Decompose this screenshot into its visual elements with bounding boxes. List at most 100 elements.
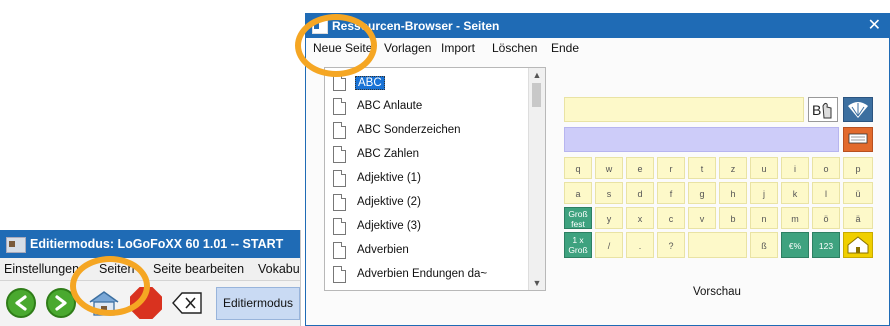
arrow-right-icon [55, 295, 67, 311]
key: / [595, 232, 623, 258]
key: c [657, 207, 685, 229]
key: h [719, 182, 747, 204]
key: ß [750, 232, 778, 258]
menu-loeschen[interactable]: Löschen [492, 41, 537, 55]
stop-button[interactable] [130, 287, 162, 319]
key: z [719, 157, 747, 179]
menu-seite-bearbeiten[interactable]: Seite bearbeiten [153, 262, 244, 276]
preview-message-bar [564, 127, 839, 152]
editor-titlebar: Editiermodus: LoGoFoXX 60 1.01 -- START [0, 230, 300, 258]
key: . [626, 232, 654, 258]
key: l [812, 182, 840, 204]
key-space [688, 232, 747, 258]
back-button[interactable] [6, 288, 36, 318]
key: ö [812, 207, 840, 229]
dialog-title: Ressourcen-Browser - Seiten [332, 19, 500, 33]
key: m [781, 207, 809, 229]
list-scrollbar[interactable]: ▲ ▼ [528, 68, 545, 290]
key-numbers: 123 [812, 232, 840, 258]
editor-window: Editiermodus: LoGoFoXX 60 1.01 -- START … [0, 230, 301, 326]
key: e [626, 157, 654, 179]
key: j [750, 182, 778, 204]
list-item[interactable]: ABC Zahlen [325, 144, 530, 168]
key: ä [843, 207, 873, 229]
arrow-left-icon [15, 295, 27, 311]
hand-point-icon: B [808, 97, 838, 122]
key: r [657, 157, 685, 179]
document-icon [333, 122, 346, 139]
key: b [719, 207, 747, 229]
key: q [564, 157, 592, 179]
page-list[interactable]: ABC ABC Anlaute ABC Sonderzeichen ABC Za… [324, 67, 546, 291]
preview-text-line [564, 97, 804, 122]
key: u [750, 157, 778, 179]
editor-menubar: Einstellungen Seiten Seite bearbeiten Vo… [0, 258, 300, 281]
list-item[interactable]: ABC Anlaute [325, 96, 530, 120]
document-icon [333, 242, 346, 259]
list-item[interactable]: Adjektive (2) [325, 192, 530, 216]
home-icon [89, 291, 119, 316]
document-icon [333, 146, 346, 163]
close-icon[interactable]: ✕ [868, 14, 881, 38]
list-item[interactable]: Adverbien [325, 240, 530, 264]
resource-browser-dialog: Ressourcen-Browser - Seiten ✕ Neue Seite… [305, 13, 890, 326]
document-icon [333, 218, 346, 235]
key: a [564, 182, 592, 204]
document-icon [333, 98, 346, 115]
key: w [595, 157, 623, 179]
document-icon [333, 170, 346, 187]
document-icon [333, 194, 346, 211]
editor-toolbar: Editiermodus [0, 281, 300, 326]
key: ü [843, 182, 873, 204]
key: y [595, 207, 623, 229]
key: t [688, 157, 716, 179]
key: ? [657, 232, 685, 258]
menu-seiten[interactable]: Seiten [99, 262, 134, 276]
editiermodus-button[interactable]: Editiermodus [216, 287, 300, 320]
key: o [812, 157, 840, 179]
list-item[interactable]: Adverbien Endungen da~ [325, 264, 530, 288]
key: s [595, 182, 623, 204]
key: v [688, 207, 716, 229]
key-shift-once: 1 x Groß [564, 232, 592, 258]
scroll-up-icon[interactable]: ▲ [529, 68, 545, 82]
menu-import[interactable]: Import [441, 41, 475, 55]
key-shift-lock: Groß fest [564, 207, 592, 229]
menu-ende[interactable]: Ende [551, 41, 579, 55]
app-icon [6, 237, 26, 253]
key: k [781, 182, 809, 204]
delete-button[interactable] [170, 288, 204, 318]
preview-label: Vorschau [693, 286, 741, 298]
dialog-menubar: Neue Seite Vorlagen Import Löschen Ende [306, 38, 889, 58]
list-item[interactable]: Adjektive (1) [325, 168, 530, 192]
forward-button[interactable] [46, 288, 76, 318]
scroll-down-icon[interactable]: ▼ [529, 276, 545, 290]
list-item[interactable]: ABC [325, 72, 530, 96]
key: n [750, 207, 778, 229]
menu-vokabular[interactable]: Vokabu [258, 262, 300, 276]
document-icon [333, 74, 346, 91]
page-preview: B q w e r t z u i o p a s d f g h j k l … [564, 94, 876, 272]
key-symbols: €% [781, 232, 809, 258]
list-item[interactable]: Adjektive (3) [325, 216, 530, 240]
list-item[interactable]: ABC Sonderzeichen [325, 120, 530, 144]
menu-einstellungen[interactable]: Einstellungen [4, 262, 79, 276]
document-icon [333, 266, 346, 283]
menu-neue-seite[interactable]: Neue Seite [313, 41, 372, 55]
home-icon [843, 232, 873, 258]
key: i [781, 157, 809, 179]
dialog-titlebar: Ressourcen-Browser - Seiten ✕ [306, 14, 889, 38]
home-button[interactable] [86, 288, 122, 318]
key: x [626, 207, 654, 229]
key: g [688, 182, 716, 204]
key: f [657, 182, 685, 204]
keyboard-icon [843, 127, 873, 152]
key: p [843, 157, 873, 179]
menu-vorlagen[interactable]: Vorlagen [384, 41, 431, 55]
app-icon [312, 20, 328, 34]
speak-fan-icon [843, 97, 873, 122]
backspace-delete-icon [172, 292, 202, 314]
editor-title: Editiermodus: LoGoFoXX 60 1.01 -- START [30, 237, 284, 251]
svg-text:B: B [812, 102, 821, 118]
scroll-thumb[interactable] [532, 83, 541, 107]
